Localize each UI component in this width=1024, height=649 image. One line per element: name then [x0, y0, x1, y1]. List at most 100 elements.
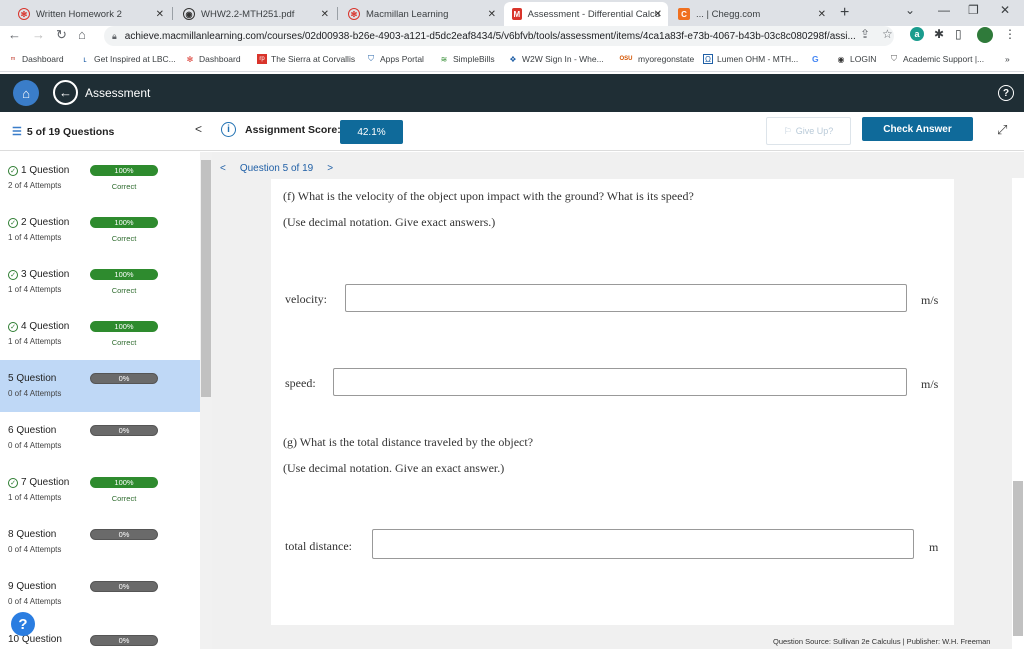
give-up-button[interactable]: ⚐ Give Up?	[766, 117, 851, 145]
speed-input[interactable]	[333, 368, 907, 396]
bookmark-label: The Sierra at Corvallis	[271, 54, 356, 64]
osu-icon: OSU	[619, 56, 633, 62]
sidebar-item-question-7[interactable]: ✓ 7 Question 1 of 4 Attempts 100% Correct	[0, 464, 200, 516]
bookmark-label: Academic Support |...	[903, 54, 985, 64]
url-field[interactable]: 🔒︎ achieve.macmillanlearning.com/courses…	[104, 26, 894, 46]
close-icon[interactable]: ✕	[654, 9, 662, 20]
score-bar: 0%	[90, 425, 158, 436]
velocity-input[interactable]	[345, 284, 907, 312]
prev-question-icon[interactable]: <	[220, 163, 226, 174]
bookmark-w2w[interactable]: ❖ W2W Sign In - Whe...	[508, 54, 604, 64]
tab-separator	[172, 7, 173, 20]
sidebar-item-question-8[interactable]: 8 Question 0 of 4 Attempts 0%	[0, 516, 200, 568]
minimize-icon[interactable]: —	[938, 3, 950, 17]
menu-dots-icon[interactable]: ⋮	[1004, 27, 1016, 41]
tab-search-icon[interactable]: ⌄	[905, 3, 915, 17]
help-question-icon[interactable]: ?	[11, 612, 35, 636]
extension-a-icon[interactable]: a	[910, 27, 924, 41]
bookmark-lumen[interactable]: Ω Lumen OHM - MTH...	[703, 54, 798, 64]
back-arrow-icon[interactable]: ←	[8, 27, 21, 42]
velocity-unit: m/s	[921, 293, 939, 307]
macmillan-icon: M	[512, 8, 522, 20]
bookmark-lbc[interactable]: ʟ Get Inspired at LBC...	[80, 54, 175, 64]
check-circle-icon: ✓	[8, 269, 18, 280]
bookmark-label: Dashboard	[22, 54, 64, 64]
google-icon[interactable]: G	[812, 54, 819, 64]
tab-title: ... | Chegg.com	[696, 8, 761, 20]
sidebar-item-question-5[interactable]: 5 Question 0 of 4 Attempts 0%	[0, 360, 200, 412]
sidebar-item-question-3[interactable]: ✓ 3 Question 1 of 4 Attempts 100% Correct	[0, 256, 200, 308]
bookmark-apps-portal[interactable]: ⛉ Apps Portal	[366, 54, 424, 64]
avatar[interactable]	[977, 27, 993, 43]
close-icon[interactable]: ✕	[321, 9, 329, 20]
bookmark-label: Apps Portal	[380, 54, 424, 64]
main-scroll-thumb[interactable]	[1013, 481, 1023, 636]
sidebar-scroll-thumb[interactable]	[201, 160, 211, 397]
question-name: ✓ 1 Question	[8, 165, 69, 176]
question-label: 7 Question	[21, 477, 70, 488]
window-close-icon[interactable]: ✕	[1000, 3, 1010, 17]
help-icon[interactable]: ?	[998, 85, 1014, 101]
info-icon[interactable]: i	[221, 122, 236, 137]
bookmark-label: Lumen OHM - MTH...	[717, 54, 799, 64]
total-distance-input[interactable]	[372, 529, 914, 559]
sidebar-item-question-4[interactable]: ✓ 4 Question 1 of 4 Attempts 100% Correct	[0, 308, 200, 360]
w2w-icon: ❖	[509, 54, 517, 64]
question-name: 6 Question	[8, 425, 56, 436]
restore-icon[interactable]: ❐	[968, 3, 979, 17]
check-circle-icon: ✓	[8, 217, 18, 228]
forward-arrow-icon[interactable]: →	[32, 27, 45, 42]
tab-macmillan[interactable]: ✻ Macmillan Learning ✕	[340, 2, 502, 26]
gear-icon: ✻	[18, 8, 30, 20]
part-g-prompt: (g) What is the total distance traveled …	[283, 435, 534, 449]
bookmark-login[interactable]: ◉ LOGIN	[836, 54, 877, 64]
home-icon[interactable]: ⌂	[13, 80, 39, 106]
more-bookmarks-icon[interactable]: »	[1005, 54, 1010, 64]
close-icon[interactable]: ✕	[488, 9, 496, 20]
reload-icon[interactable]: ↻	[56, 27, 67, 43]
question-label: 5 Question	[8, 373, 57, 384]
close-icon[interactable]: ✕	[818, 9, 826, 20]
tab-pdf[interactable]: ◉ WHW2.2-MTH251.pdf ✕	[175, 2, 335, 26]
bookmark-label: W2W Sign In - Whe...	[522, 54, 604, 64]
home-outline-icon[interactable]: ⌂	[78, 27, 86, 42]
sidebar-item-question-6[interactable]: 6 Question 0 of 4 Attempts 0%	[0, 412, 200, 464]
bookmark-myoregonstate[interactable]: OSU myoregonstate	[618, 54, 694, 64]
close-icon[interactable]: ✕	[156, 9, 164, 20]
total-distance-label: total distance:	[285, 539, 352, 553]
sidepanel-icon[interactable]: ▯	[955, 27, 962, 41]
star-icon[interactable]: ☆	[882, 27, 893, 41]
canvas-icon: ᵐ	[10, 54, 16, 64]
tab-written-homework[interactable]: ✻ Written Homework 2 ✕	[10, 2, 170, 26]
puzzle-icon[interactable]: ✱	[934, 27, 944, 41]
share-icon[interactable]: ⇪	[860, 27, 870, 41]
tab-assessment[interactable]: M Assessment - Differential Calcu ✕	[504, 2, 668, 26]
bookmark-simplebills[interactable]: ≋ SimpleBills	[439, 54, 495, 64]
attempts-text: 1 of 4 Attempts	[8, 233, 62, 242]
total-distance-unit: m	[929, 540, 939, 554]
tab-title: Assessment - Differential Calcu	[527, 8, 660, 20]
bookmark-sierra[interactable]: rp The Sierra at Corvallis	[257, 54, 355, 64]
bookmark-academic-support[interactable]: ⛉ Academic Support |...	[889, 54, 984, 64]
sidebar-item-question-2[interactable]: ✓ 2 Question 1 of 4 Attempts 100% Correct	[0, 204, 200, 256]
attempts-text: 0 of 4 Attempts	[8, 597, 62, 606]
bookmark-dashboard[interactable]: ᵐ Dashboard	[8, 54, 64, 64]
back-arrow-icon[interactable]: ←	[53, 80, 78, 105]
question-name: ✓ 4 Question	[8, 321, 69, 332]
new-tab-icon[interactable]: +	[840, 4, 849, 22]
collapse-chevron-icon[interactable]: <	[195, 122, 202, 136]
velocity-label: velocity:	[285, 292, 327, 306]
bookmark-dashboard-2[interactable]: ✻ Dashboard	[185, 54, 241, 64]
macmillan-icon: ✻	[348, 8, 360, 20]
question-label: 2 Question	[21, 217, 70, 228]
attempts-text: 1 of 4 Attempts	[8, 285, 62, 294]
flag-icon: ⚐	[783, 125, 792, 136]
sidebar-item-question-1[interactable]: ✓ 1 Question 2 of 4 Attempts 100% Correct	[0, 152, 200, 204]
sidebar-item-question-9[interactable]: 9 Question 0 of 4 Attempts 0%	[0, 568, 200, 620]
question-count[interactable]: ☰ 5 of 19 Questions	[12, 125, 114, 139]
fullscreen-icon[interactable]: ⤢	[997, 122, 1007, 138]
tab-chegg[interactable]: C ... | Chegg.com ✕	[670, 2, 832, 26]
next-question-icon[interactable]: >	[327, 163, 333, 174]
check-answer-button[interactable]: Check Answer	[862, 117, 973, 141]
question-nav-label: Question 5 of 19	[239, 163, 314, 174]
